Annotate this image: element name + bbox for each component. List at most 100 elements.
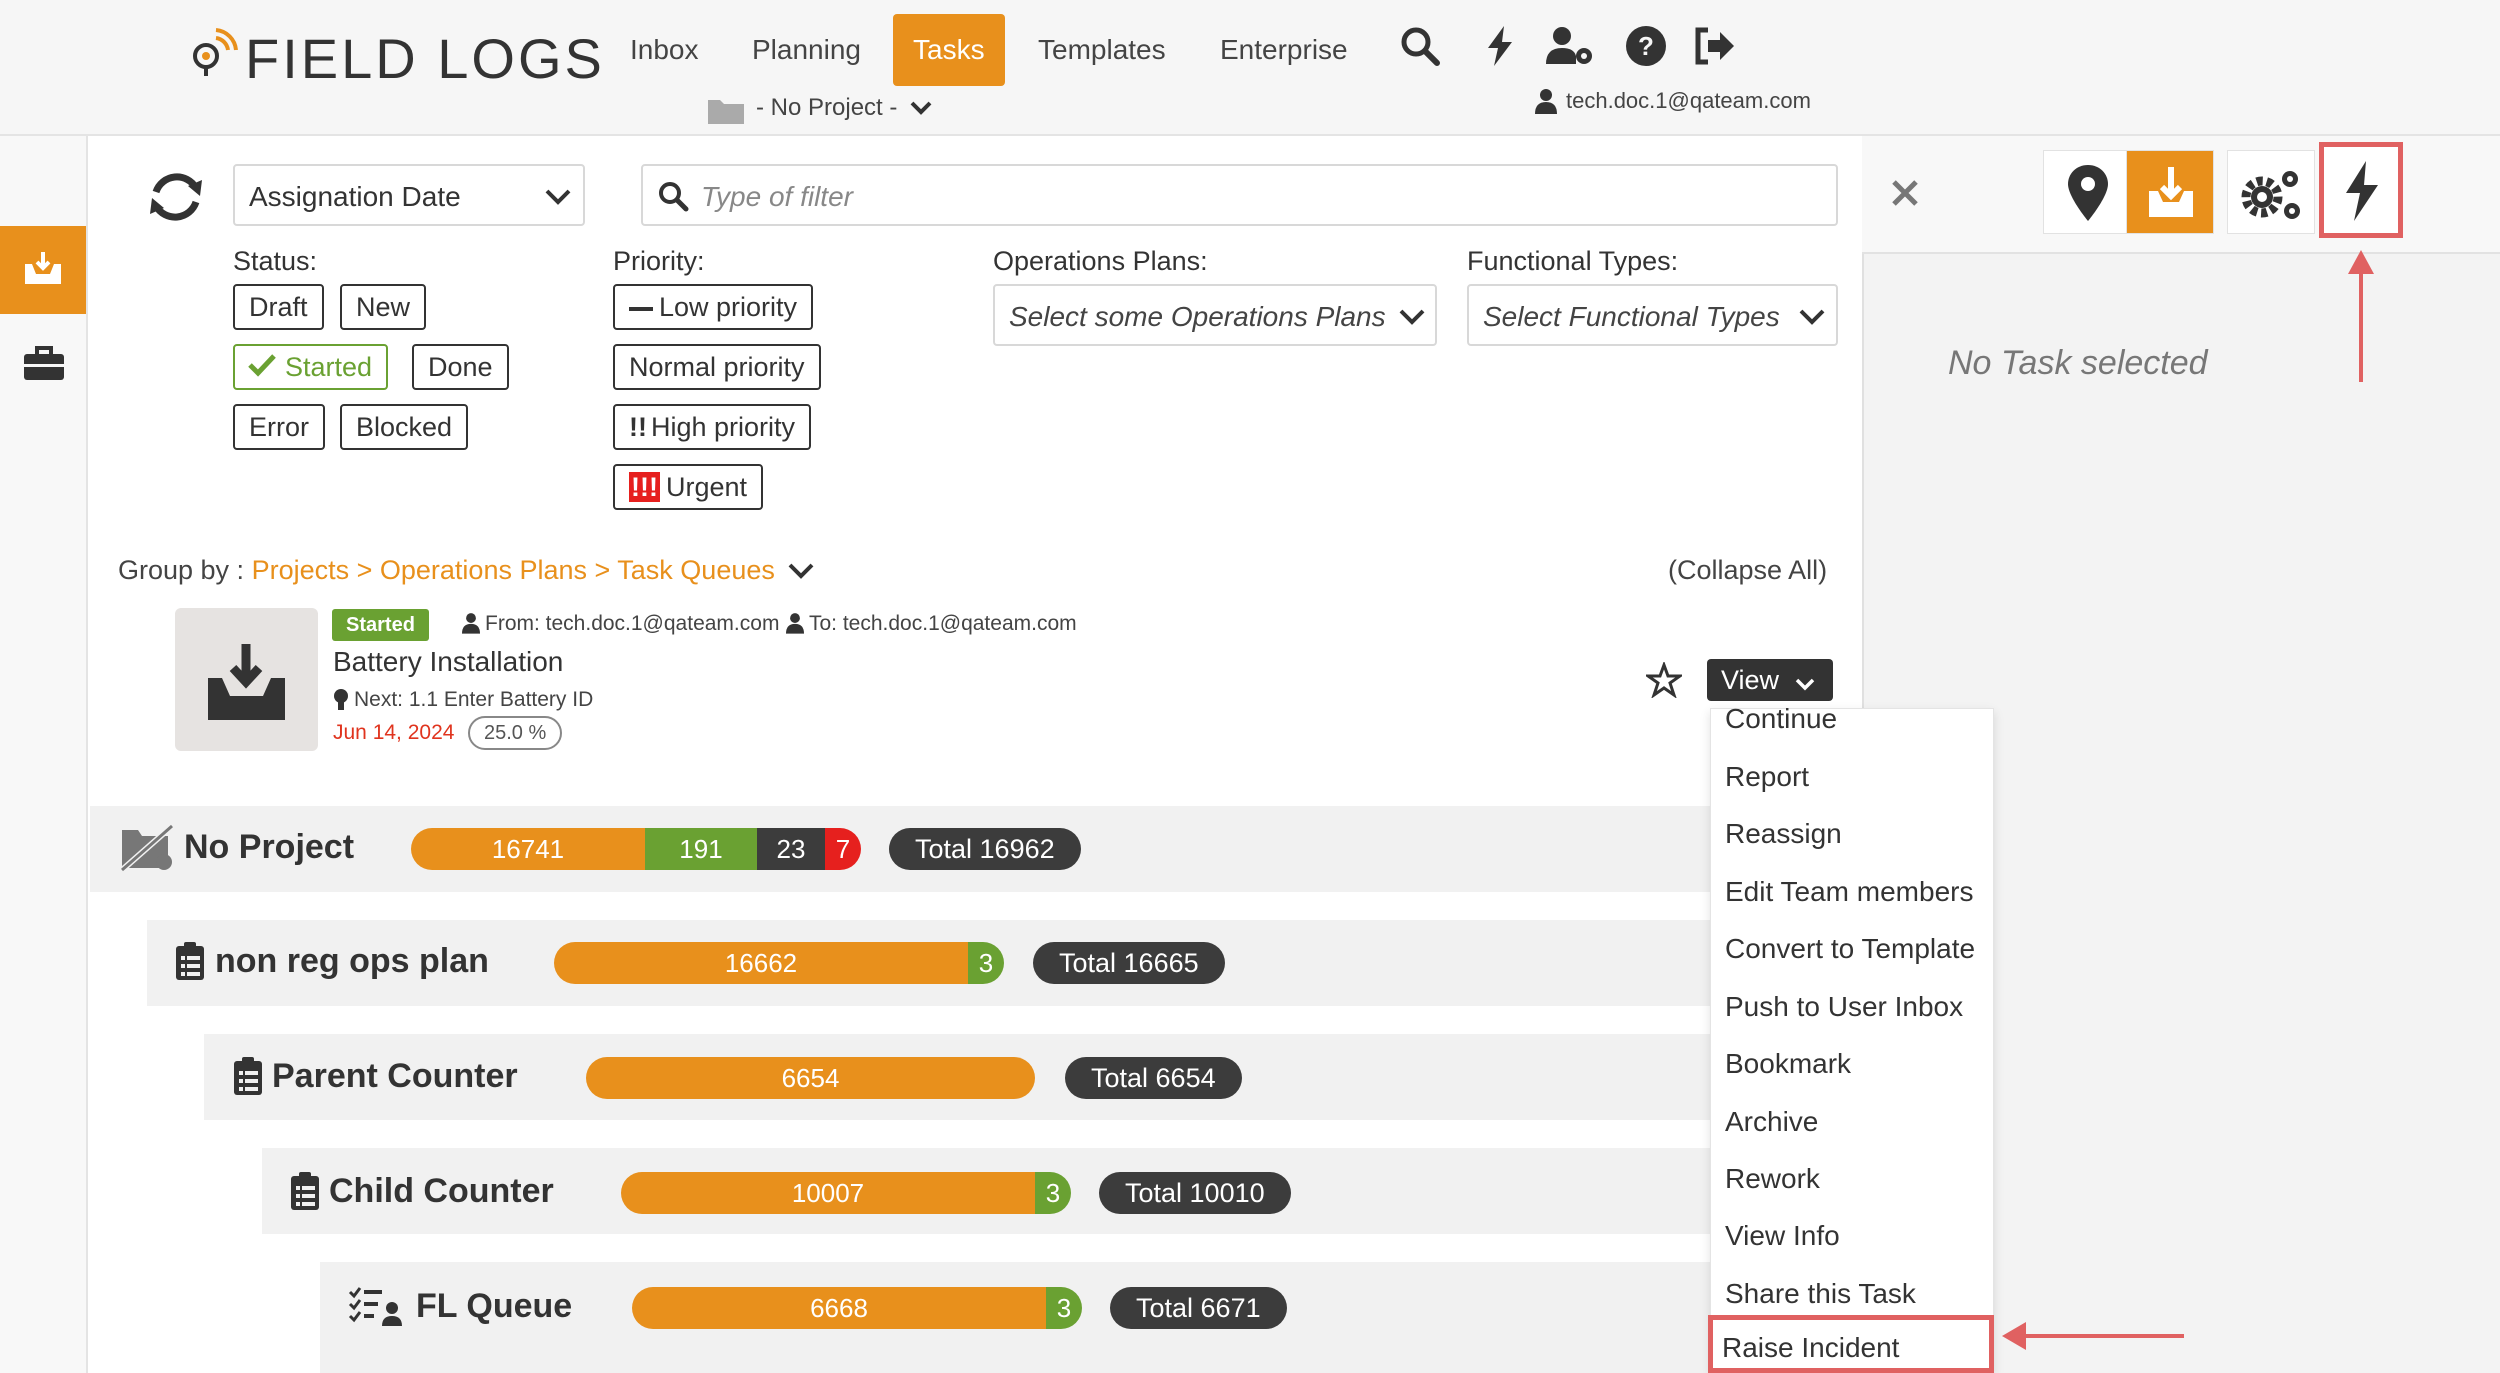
bar-segment-started: 16741 <box>411 828 645 870</box>
inbox-tray-icon <box>25 252 61 284</box>
priority-chip-low[interactable]: Low priority <box>613 284 814 330</box>
search-icon <box>657 180 689 217</box>
users-settings-icon[interactable] <box>1544 24 1598 68</box>
group-total: Total 6671 <box>1110 1287 1287 1329</box>
menu-item-archive[interactable]: Archive <box>1725 1106 1818 1138</box>
gears-icon <box>2241 171 2300 219</box>
group-by-path[interactable]: Projects > Operations Plans > Task Queue… <box>252 555 775 585</box>
menu-item-raise-incident[interactable]: Raise Incident <box>1708 1315 1994 1373</box>
group-title: Parent Counter <box>272 1057 518 1095</box>
bar-segment-started: 6654 <box>586 1057 1035 1099</box>
filter-search-placeholder: Type of filter <box>701 181 853 212</box>
clipboard-list-icon <box>289 1170 321 1217</box>
group-total: Total 6654 <box>1065 1057 1242 1099</box>
functional-types-label: Functional Types: <box>1467 246 1679 276</box>
task-title[interactable]: Battery Installation <box>333 646 563 678</box>
menu-item-bookmark[interactable]: Bookmark <box>1725 1048 1851 1080</box>
chevron-down-icon <box>788 556 814 587</box>
task-progress: 25.0 % <box>468 716 563 750</box>
menu-item-convert-to-template[interactable]: Convert to Template <box>1725 933 1975 965</box>
group-status-bar: 6654 <box>586 1057 1035 1099</box>
group-title: Child Counter <box>329 1172 554 1210</box>
collapse-all-link[interactable]: (Collapse All) <box>1668 555 1827 586</box>
priority-chip-low-label: Low priority <box>659 292 798 322</box>
group-total: Total 16962 <box>889 828 1081 870</box>
status-badge: Started <box>332 609 429 641</box>
clipboard-list-icon <box>174 940 206 987</box>
logout-icon[interactable] <box>1692 24 1736 68</box>
priority-chip-urgent[interactable]: !!! Urgent <box>613 464 764 510</box>
group-status-bar: 6668 3 <box>632 1287 1082 1329</box>
user-icon <box>462 612 480 639</box>
status-chip-started-label: Started <box>285 352 373 382</box>
briefcase-icon <box>24 346 64 380</box>
nav-inbox[interactable]: Inbox <box>610 14 719 86</box>
tab-incidents[interactable] <box>2319 142 2403 238</box>
nav-planning[interactable]: Planning <box>732 14 881 86</box>
nav-enterprise[interactable]: Enterprise <box>1200 14 1368 86</box>
status-chip-started[interactable]: Started <box>233 344 389 390</box>
bar-segment-started: 16662 <box>554 942 968 984</box>
task-queue-icon <box>348 1286 406 1333</box>
refresh-icon[interactable] <box>144 166 208 228</box>
help-icon[interactable]: ? <box>1624 24 1668 68</box>
location-pin-icon <box>2068 165 2108 221</box>
bolt-icon <box>2346 161 2378 221</box>
project-selector[interactable]: - No Project - <box>756 94 932 123</box>
bar-segment-started: 10007 <box>621 1172 1035 1214</box>
menu-item-rework[interactable]: Rework <box>1725 1163 1820 1195</box>
annotation-arrow-left <box>2000 1318 2186 1354</box>
double-exclamation-icon: !! <box>629 412 647 442</box>
nav-templates[interactable]: Templates <box>1018 14 1186 86</box>
close-icon[interactable] <box>1890 178 1920 213</box>
priority-chip-high[interactable]: !! High priority <box>613 404 812 450</box>
sidebar-item-briefcase[interactable] <box>22 344 66 384</box>
menu-item-continue[interactable]: Continue <box>1725 703 1837 735</box>
status-chip-error[interactable]: Error <box>233 404 325 450</box>
tab-inbox[interactable] <box>2126 150 2214 234</box>
menu-item-edit-team-members[interactable]: Edit Team members <box>1725 876 1973 908</box>
tab-settings[interactable] <box>2227 150 2315 234</box>
nav-tasks[interactable]: Tasks <box>893 14 1005 86</box>
functional-types-select[interactable]: Select Functional Types <box>1467 284 1838 346</box>
search-icon[interactable] <box>1398 24 1442 68</box>
bar-segment-started: 6668 <box>632 1287 1046 1329</box>
task-date: Jun 14, 2024 <box>333 721 455 744</box>
status-chip-new[interactable]: New <box>340 284 427 330</box>
empty-state-text: No Task selected <box>1948 344 2208 382</box>
bolt-icon[interactable] <box>1478 24 1522 68</box>
sort-select[interactable]: Assignation Date <box>233 164 585 226</box>
user-icon <box>1535 88 1557 114</box>
group-title: non reg ops plan <box>215 942 489 980</box>
tab-location[interactable] <box>2043 150 2131 234</box>
menu-item-view-info[interactable]: View Info <box>1725 1220 1840 1252</box>
menu-item-report[interactable]: Report <box>1725 761 1809 793</box>
view-dropdown-menu: Continue Report Reassign Edit Team membe… <box>1710 703 1994 1373</box>
priority-chip-normal[interactable]: Normal priority <box>613 344 821 390</box>
menu-item-push-to-user-inbox[interactable]: Push to User Inbox <box>1725 991 1963 1023</box>
view-button-label: View <box>1721 665 1780 695</box>
star-icon[interactable] <box>1643 660 1685 703</box>
task-thumbnail[interactable] <box>175 608 318 751</box>
logo-icon <box>186 28 238 80</box>
menu-item-reassign[interactable]: Reassign <box>1725 818 1842 850</box>
status-chip-draft[interactable]: Draft <box>233 284 324 330</box>
logo-text: FIELD LOGS <box>245 27 605 90</box>
ops-plans-select[interactable]: Select some Operations Plans <box>993 284 1437 346</box>
annotation-arrow-up <box>2344 248 2378 384</box>
sort-select-value: Assignation Date <box>249 181 461 212</box>
ops-plans-placeholder: Select some Operations Plans <box>1009 301 1386 332</box>
group-total: Total 10010 <box>1099 1172 1291 1214</box>
sidebar-item-inbox[interactable] <box>0 226 86 314</box>
group-by[interactable]: Group by : Projects > Operations Plans >… <box>118 555 814 587</box>
priority-chip-urgent-label: Urgent <box>665 472 748 502</box>
chevron-down-icon <box>1799 308 1825 331</box>
view-dropdown-button[interactable]: View <box>1707 659 1833 701</box>
status-chip-blocked[interactable]: Blocked <box>340 404 469 450</box>
lightbulb-icon <box>333 688 349 717</box>
status-chip-done[interactable]: Done <box>412 344 509 390</box>
menu-item-share-task[interactable]: Share this Task <box>1725 1278 1916 1310</box>
filter-search-input[interactable]: Type of filter <box>641 164 1838 226</box>
task-from: From: tech.doc.1@qateam.com <box>485 612 780 635</box>
chevron-down-icon <box>1795 661 1815 703</box>
